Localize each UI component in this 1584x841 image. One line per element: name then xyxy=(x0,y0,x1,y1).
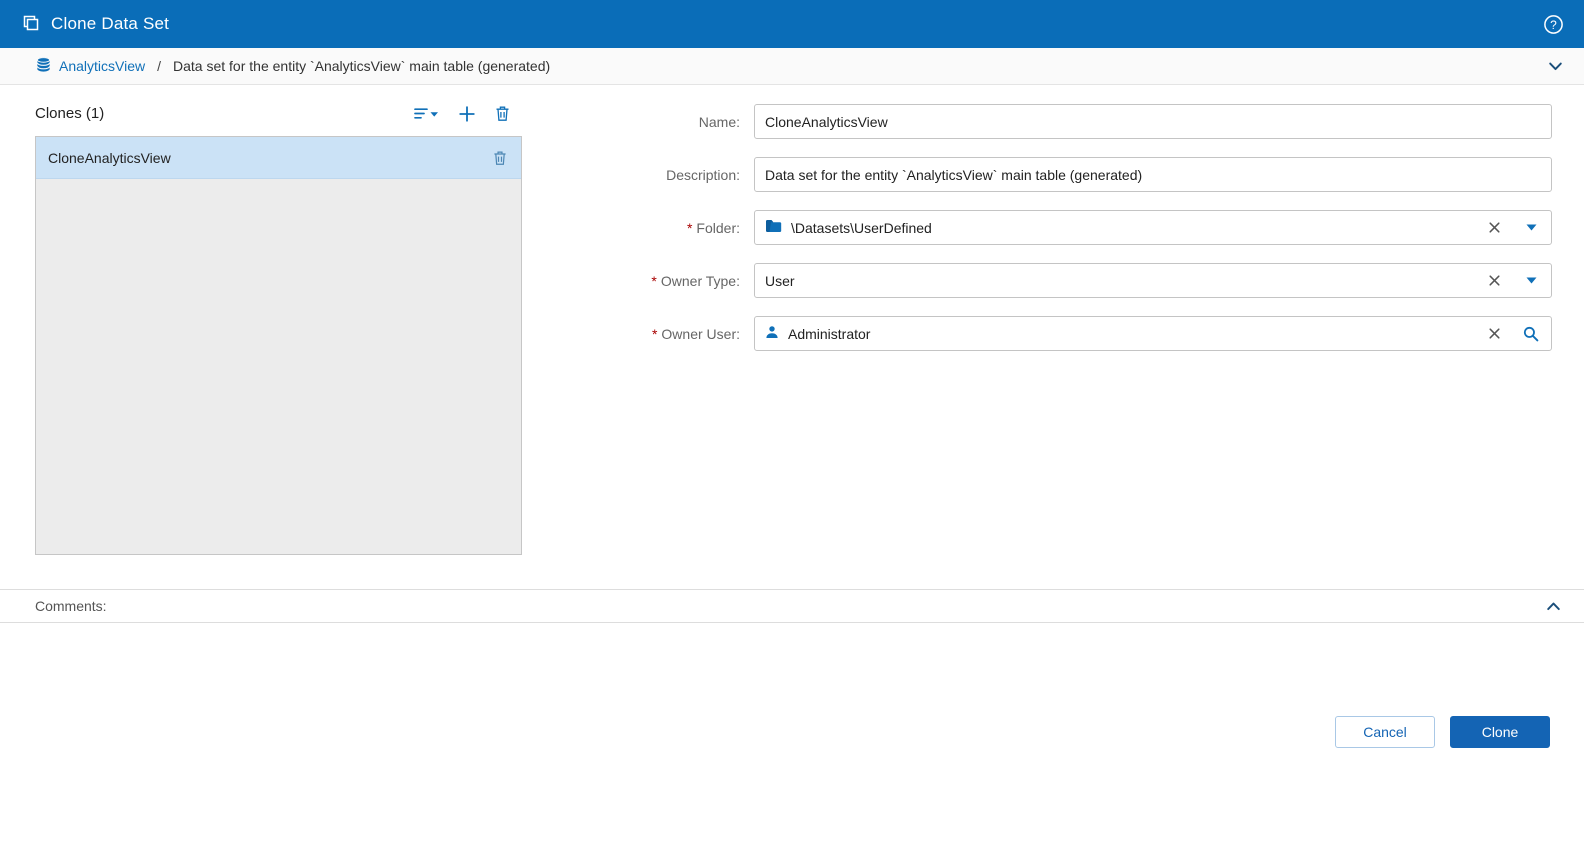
name-row: Name: xyxy=(538,104,1552,139)
required-marker: * xyxy=(686,219,693,236)
footer: Cancel Clone xyxy=(0,623,1584,841)
chevron-up-icon[interactable] xyxy=(1545,598,1562,615)
delete-clone-button[interactable] xyxy=(495,105,510,122)
title-bar: Clone Data Set ? xyxy=(0,0,1584,48)
owner-type-row: * Owner Type: User xyxy=(538,263,1552,298)
folder-field-wrap: \Datasets\UserDefined xyxy=(754,210,1552,245)
clones-panel: Clones (1) CloneAnalyticsView xyxy=(35,99,522,555)
description-input[interactable] xyxy=(754,157,1552,192)
folder-lookup-field[interactable]: \Datasets\UserDefined xyxy=(754,210,1552,245)
comments-label: Comments: xyxy=(35,598,107,614)
clone-icon xyxy=(22,14,40,35)
window-title: Clone Data Set xyxy=(51,14,170,33)
name-label: Name: xyxy=(698,113,740,130)
clone-list-item[interactable]: CloneAnalyticsView xyxy=(36,137,521,179)
user-icon xyxy=(765,325,779,342)
owner-type-value: User xyxy=(765,272,795,289)
clone-list: CloneAnalyticsView xyxy=(35,136,522,555)
name-input[interactable] xyxy=(754,104,1552,139)
owner-user-lookup-field[interactable]: Administrator xyxy=(754,316,1552,351)
name-field-wrap xyxy=(754,104,1552,139)
help-icon[interactable]: ? xyxy=(1543,14,1564,35)
clones-toolbar xyxy=(414,105,516,122)
owner-type-field-wrap: User xyxy=(754,263,1552,298)
description-field-wrap xyxy=(754,157,1552,192)
clones-panel-header: Clones (1) xyxy=(35,99,522,122)
description-row: Description: xyxy=(538,157,1552,192)
clone-item-name: CloneAnalyticsView xyxy=(48,149,171,166)
folder-row: * Folder: \Datasets\UserDefined xyxy=(538,210,1552,245)
owner-type-clear-icon[interactable] xyxy=(1480,267,1508,295)
folder-dropdown-icon[interactable] xyxy=(1517,214,1545,242)
description-label: Description: xyxy=(666,166,740,183)
breadcrumb-entity-link[interactable]: AnalyticsView xyxy=(35,56,145,76)
required-marker: * xyxy=(651,272,657,289)
folder-value: \Datasets\UserDefined xyxy=(791,219,932,236)
owner-user-label: * Owner User: xyxy=(651,325,740,342)
owner-type-lookup-field[interactable]: User xyxy=(754,263,1552,298)
owner-user-clear-icon[interactable] xyxy=(1480,320,1508,348)
breadcrumb: AnalyticsView / Data set for the entity … xyxy=(0,48,1584,85)
add-clone-button[interactable] xyxy=(459,105,475,122)
chevron-down-icon[interactable] xyxy=(1547,58,1564,75)
clones-panel-title: Clones (1) xyxy=(35,105,105,122)
database-icon xyxy=(35,56,52,76)
owner-type-label: * Owner Type: xyxy=(651,272,740,289)
owner-user-value: Administrator xyxy=(788,325,871,342)
sort-filter-button[interactable] xyxy=(414,106,439,122)
clone-form: Name: Description: *Folder: xyxy=(538,99,1552,555)
svg-text:?: ? xyxy=(1550,17,1557,31)
folder-label: * Folder: xyxy=(686,219,740,236)
owner-user-search-icon[interactable] xyxy=(1517,320,1545,348)
folder-clear-icon[interactable] xyxy=(1480,214,1508,242)
main-content: Clones (1) CloneAnalyticsView Name: Clon… xyxy=(0,85,1584,589)
title-bar-left: Clone Data Set xyxy=(22,14,169,35)
clone-button[interactable]: Clone xyxy=(1450,716,1550,748)
owner-user-field-wrap: Administrator xyxy=(754,316,1552,351)
owner-type-dropdown-icon[interactable] xyxy=(1517,267,1545,295)
clone-data-set-window: Clone Data Set ? AnalyticsView / Data se… xyxy=(0,0,1584,841)
cancel-button[interactable]: Cancel xyxy=(1335,716,1435,748)
required-marker: * xyxy=(651,325,658,342)
breadcrumb-current: Data set for the entity `AnalyticsView` … xyxy=(173,58,551,74)
comments-bar: Comments: xyxy=(0,589,1584,623)
breadcrumb-entity-label: AnalyticsView xyxy=(59,58,146,74)
owner-user-row: * Owner User: Administrator xyxy=(538,316,1552,351)
folder-icon xyxy=(765,219,782,236)
breadcrumb-separator: / xyxy=(157,58,162,74)
delete-item-icon[interactable] xyxy=(493,150,507,166)
